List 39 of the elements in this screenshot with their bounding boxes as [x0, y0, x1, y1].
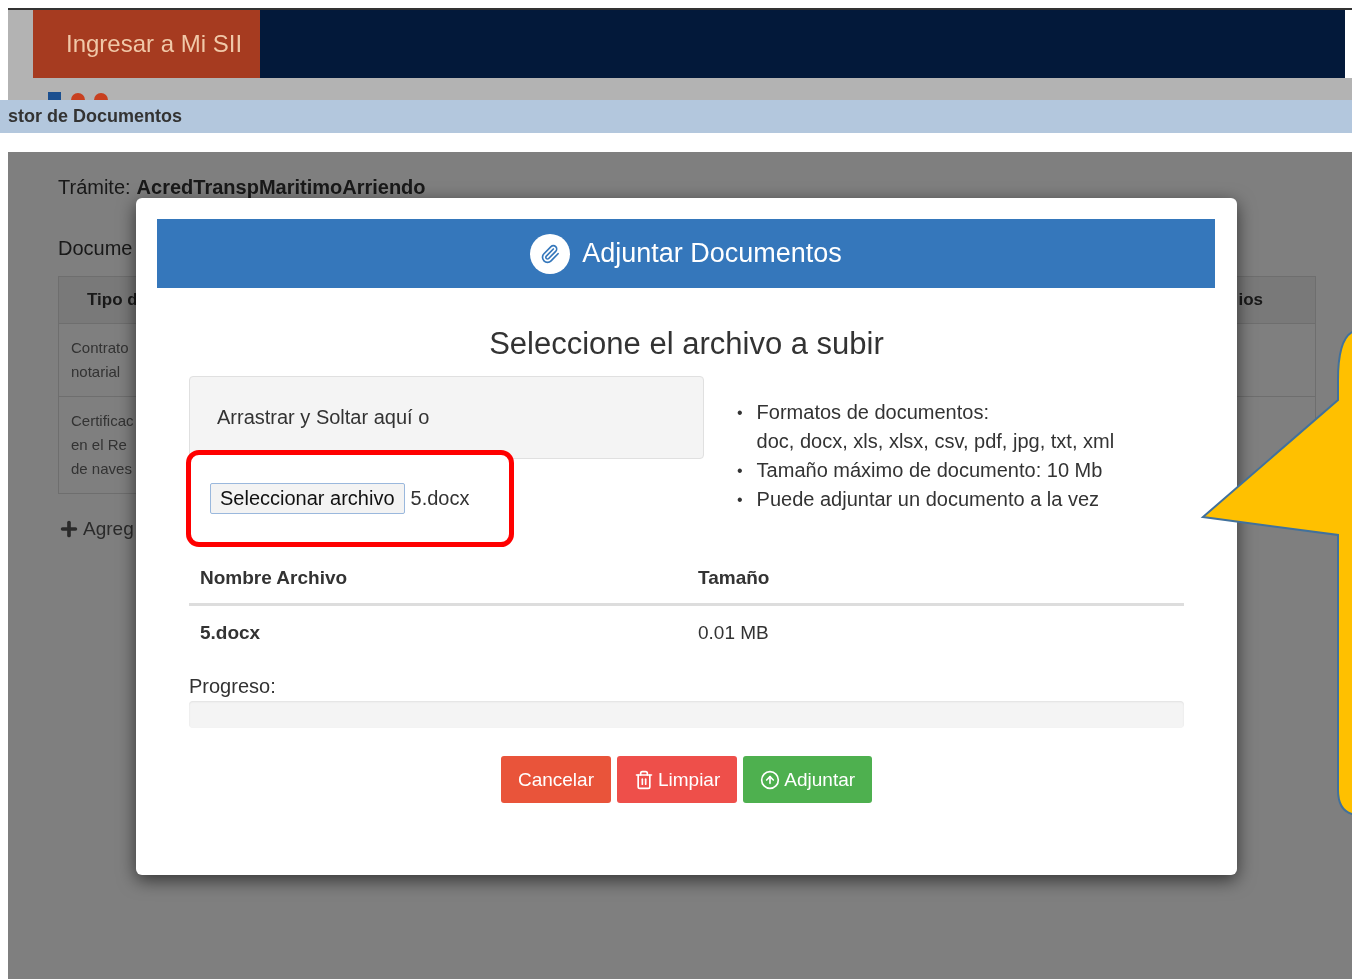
- info-text: Puede adjuntar un documento a la vez: [756, 487, 1100, 512]
- breadcrumb-title: stor de Documentos: [7, 106, 183, 127]
- table-cell-text: notarial: [71, 362, 121, 382]
- add-link[interactable]: Agreg: [58, 518, 134, 540]
- table-cell-text: de naves: [71, 459, 132, 479]
- upload-icon: [760, 769, 781, 790]
- progress-label: Progreso:: [189, 675, 277, 698]
- file-name: 5.docx: [410, 487, 470, 510]
- table-cell-text: Certificac: [71, 411, 134, 431]
- file-name-cell-text: 5.docx: [200, 622, 262, 644]
- dialog-heading: Seleccione el archivo a subir: [488, 326, 885, 362]
- info-text: Formatos de documentos:: [756, 400, 989, 425]
- bullet: •: [737, 490, 743, 510]
- cancel-button[interactable]: Cancelar: [500, 756, 611, 803]
- table-cell-text: Contrato: [71, 338, 129, 358]
- dialog-title: Adjuntar Documentos: [582, 238, 842, 269]
- column-header: Tamaño: [698, 567, 771, 589]
- procedure-label: Trámite:: [58, 176, 131, 199]
- drop-zone[interactable]: Arrastrar y Soltar aquí o: [189, 376, 704, 459]
- section-title: Docume: [58, 237, 133, 260]
- logo-icon: [48, 92, 108, 100]
- column-header: ios: [1238, 290, 1263, 310]
- bullet: •: [737, 461, 743, 481]
- trash-icon: [633, 769, 654, 790]
- bullet: •: [737, 403, 743, 423]
- table-cell-text: en el Re: [71, 435, 127, 455]
- column-header: Tipo d: [87, 290, 138, 310]
- clear-button[interactable]: Limpiar: [616, 756, 738, 803]
- paperclip-icon: [530, 233, 571, 274]
- login-button[interactable]: Ingresar a Mi SII: [33, 10, 260, 78]
- info-text: Tamaño máximo de documento: 10 Mb: [756, 458, 1103, 483]
- file-size-cell-text: 0.01 MB: [698, 622, 770, 644]
- procedure-value: AcredTranspMaritimoArriendo: [136, 176, 426, 199]
- choose-file-button[interactable]: Seleccionar archivo: [210, 483, 405, 514]
- column-header: Nombre Archivo: [200, 567, 349, 589]
- plus-icon: [58, 518, 80, 540]
- attach-button[interactable]: Adjuntar: [743, 756, 873, 803]
- info-detail: doc, docx, xls, xlsx, csv, pdf, jpg, txt, xml: [756, 429, 1115, 454]
- drop-zone-text: Arrastrar y Soltar aquí o: [217, 406, 430, 429]
